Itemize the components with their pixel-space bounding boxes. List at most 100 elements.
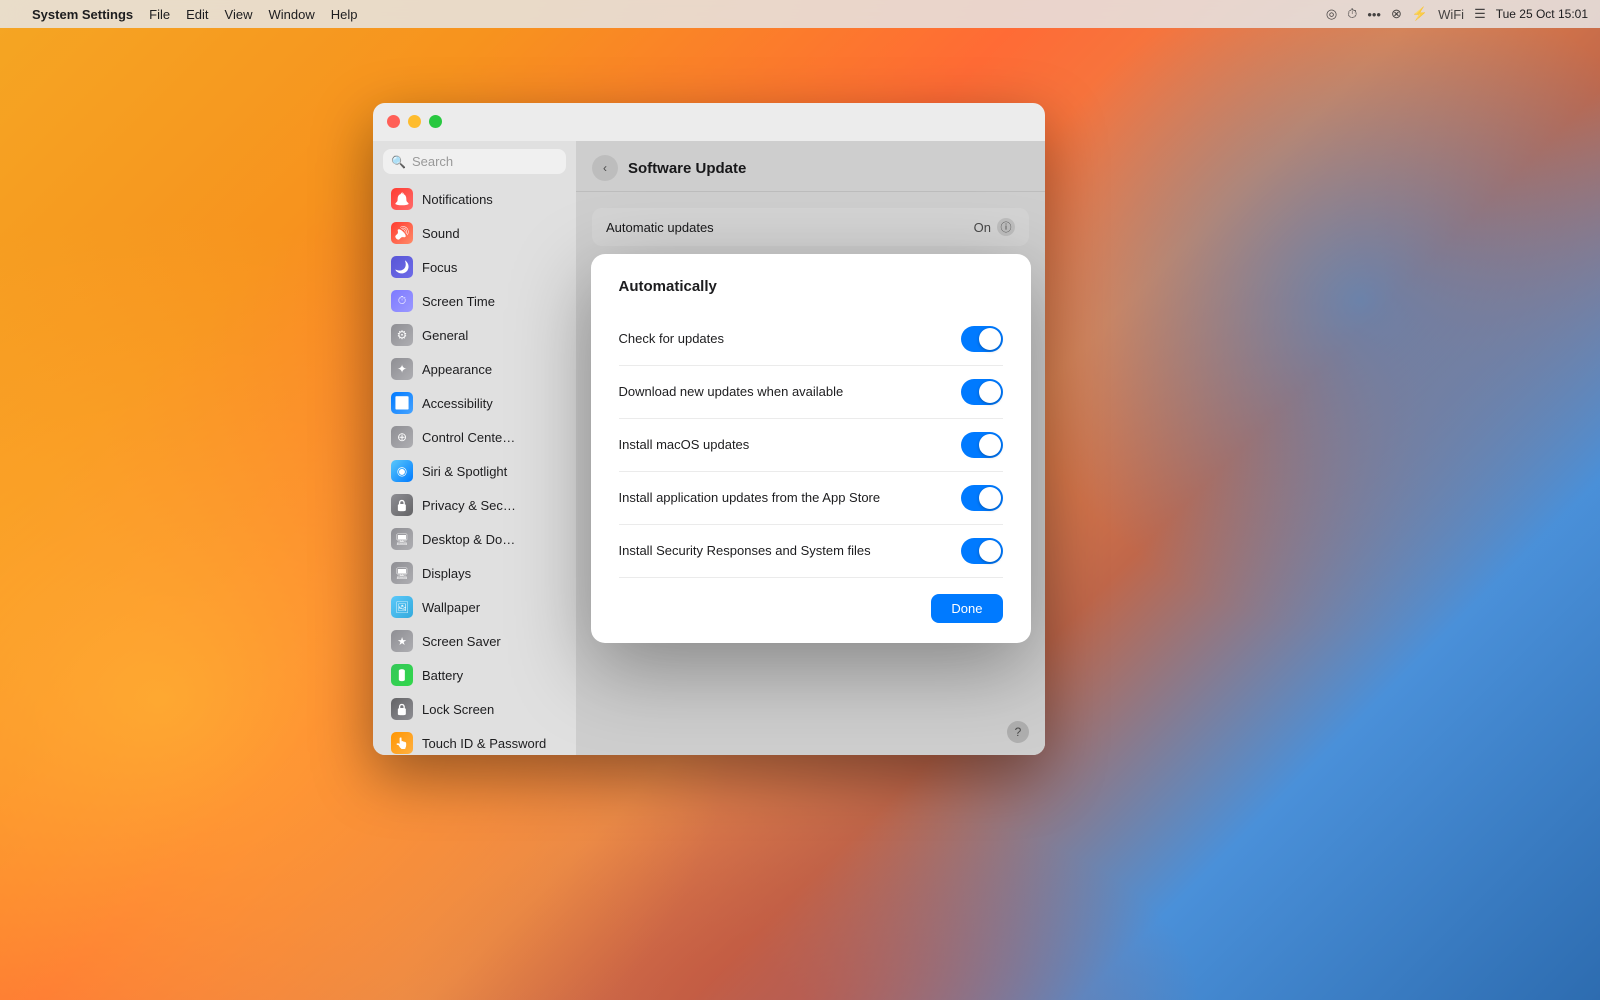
minimize-window-button[interactable]	[408, 115, 421, 128]
maximize-window-button[interactable]	[429, 115, 442, 128]
automatically-modal: Automatically Check for updates Download…	[591, 254, 1031, 643]
traffic-lights	[387, 115, 442, 128]
toggle-download-updates[interactable]	[961, 379, 1003, 405]
sidebar-item-focus[interactable]: 🌙 Focus	[379, 251, 570, 283]
menubar-file[interactable]: File	[149, 7, 170, 22]
sidebar-item-privacy[interactable]: 🔒 Privacy & Sec…	[379, 489, 570, 521]
touchid-icon: 👆	[391, 732, 413, 754]
sidebar-label-general: General	[422, 328, 468, 343]
sound-icon: 🔊	[391, 222, 413, 244]
modal-title: Automatically	[619, 278, 1003, 295]
modal-row-label-0: Check for updates	[619, 331, 961, 346]
modal-overlay: Automatically Check for updates Download…	[576, 141, 1045, 755]
sidebar-label-appearance: Appearance	[422, 362, 492, 377]
sidebar-label-controlcenter: Control Cente…	[422, 430, 515, 445]
sidebar-label-sound: Sound	[422, 226, 460, 241]
toggle-install-security[interactable]	[961, 538, 1003, 564]
modal-row-label-1: Download new updates when available	[619, 384, 961, 399]
modal-row-label-3: Install application updates from the App…	[619, 490, 961, 505]
menubar-right: ◎ ⏱ ••• ⊗ ⚡ WiFi ☰ Tue 25 Oct 15:01	[1326, 6, 1588, 22]
privacy-icon: 🔒	[391, 494, 413, 516]
location-icon: ◎	[1326, 6, 1337, 22]
focus-icon: 🌙	[391, 256, 413, 278]
modal-row-3: Install application updates from the App…	[619, 472, 1003, 525]
notifications-icon: 🔔	[391, 188, 413, 210]
search-input[interactable]	[412, 154, 588, 169]
appearance-icon: ✦	[391, 358, 413, 380]
modal-footer: Done	[619, 594, 1003, 623]
sidebar-label-screensaver: Screen Saver	[422, 634, 501, 649]
timemachine-icon: ⏱	[1347, 6, 1357, 22]
sidebar-item-desktop[interactable]: 🖥 Desktop & Do…	[379, 523, 570, 555]
sidebar-item-general[interactable]: ⚙ General	[379, 319, 570, 351]
sidebar-item-appearance[interactable]: ✦ Appearance	[379, 353, 570, 385]
search-icon: 🔍	[391, 155, 406, 169]
menubar-datetime: Tue 25 Oct 15:01	[1496, 7, 1588, 21]
sidebar-item-notifications[interactable]: 🔔 Notifications	[379, 183, 570, 215]
window-content: 🔍 🔔 Notifications 🔊 Sound 🌙 Focus	[373, 141, 1045, 755]
menubar-left: System Settings File Edit View Window He…	[12, 7, 357, 22]
toggle-install-macos[interactable]	[961, 432, 1003, 458]
controlcenter-sidebar-icon: ⊕	[391, 426, 413, 448]
menubar-edit[interactable]: Edit	[186, 7, 208, 22]
desktop-icon: 🖥	[391, 528, 413, 550]
menubar-help[interactable]: Help	[331, 7, 358, 22]
modal-row-label-4: Install Security Responses and System fi…	[619, 543, 961, 558]
accessibility-icon: ♿	[391, 392, 413, 414]
sidebar-item-battery[interactable]: 🔋 Battery	[379, 659, 570, 691]
close-window-button[interactable]	[387, 115, 400, 128]
toggle-install-appstore[interactable]	[961, 485, 1003, 511]
sidebar-search[interactable]: 🔍	[383, 149, 566, 174]
modal-row-label-2: Install macOS updates	[619, 437, 961, 452]
sidebar-label-touchid: Touch ID & Password	[422, 736, 546, 751]
sidebar-item-displays[interactable]: 🖥 Displays	[379, 557, 570, 589]
sidebar-item-touchid[interactable]: 👆 Touch ID & Password	[379, 727, 570, 755]
sidebar-item-accessibility[interactable]: ♿ Accessibility	[379, 387, 570, 419]
menubar-view[interactable]: View	[225, 7, 253, 22]
settings-window: 🔍 🔔 Notifications 🔊 Sound 🌙 Focus	[373, 103, 1045, 755]
sidebar-label-notifications: Notifications	[422, 192, 493, 207]
siri-icon: ◉	[391, 460, 413, 482]
main-panel: ‹ Software Update Automatic updates On ⓘ…	[576, 141, 1045, 755]
modal-row-1: Download new updates when available	[619, 366, 1003, 419]
modal-row-0: Check for updates	[619, 313, 1003, 366]
toggle-check-updates[interactable]	[961, 326, 1003, 352]
microphone-mute-icon: ⊗	[1391, 6, 1402, 22]
sidebar-label-displays: Displays	[422, 566, 471, 581]
menubar-window[interactable]: Window	[268, 7, 314, 22]
modal-row-4: Install Security Responses and System fi…	[619, 525, 1003, 578]
menubar: System Settings File Edit View Window He…	[0, 0, 1600, 28]
sidebar-label-accessibility: Accessibility	[422, 396, 493, 411]
menubar-app-name[interactable]: System Settings	[32, 7, 133, 22]
window-titlebar	[373, 103, 1045, 128]
sidebar-label-lockscreen: Lock Screen	[422, 702, 494, 717]
sidebar-item-siri[interactable]: ◉ Siri & Spotlight	[379, 455, 570, 487]
lockscreen-icon: 🔒	[391, 698, 413, 720]
sidebar-item-wallpaper[interactable]: 🖼 Wallpaper	[379, 591, 570, 623]
wifi-icon: WiFi	[1438, 7, 1464, 22]
battery-icon: ⚡	[1412, 6, 1428, 22]
sidebar-item-controlcenter[interactable]: ⊕ Control Cente…	[379, 421, 570, 453]
sidebar-label-siri: Siri & Spotlight	[422, 464, 507, 479]
wallpaper-icon: 🖼	[391, 596, 413, 618]
sidebar-label-desktop: Desktop & Do…	[422, 532, 515, 547]
sidebar: 🔍 🔔 Notifications 🔊 Sound 🌙 Focus	[373, 141, 576, 755]
sidebar-label-battery: Battery	[422, 668, 463, 683]
done-button[interactable]: Done	[931, 594, 1002, 623]
controlcenter-icon: ☰	[1474, 6, 1486, 22]
sidebar-item-lockscreen[interactable]: 🔒 Lock Screen	[379, 693, 570, 725]
more-icon: •••	[1367, 7, 1381, 22]
general-icon: ⚙	[391, 324, 413, 346]
modal-row-2: Install macOS updates	[619, 419, 1003, 472]
screentime-icon: ⏱	[391, 290, 413, 312]
sidebar-item-sound[interactable]: 🔊 Sound	[379, 217, 570, 249]
screensaver-icon: ★	[391, 630, 413, 652]
sidebar-label-screentime: Screen Time	[422, 294, 495, 309]
sidebar-label-focus: Focus	[422, 260, 457, 275]
sidebar-item-screensaver[interactable]: ★ Screen Saver	[379, 625, 570, 657]
sidebar-item-screentime[interactable]: ⏱ Screen Time	[379, 285, 570, 317]
sidebar-label-privacy: Privacy & Sec…	[422, 498, 516, 513]
displays-icon: 🖥	[391, 562, 413, 584]
sidebar-label-wallpaper: Wallpaper	[422, 600, 480, 615]
battery-sidebar-icon: 🔋	[391, 664, 413, 686]
